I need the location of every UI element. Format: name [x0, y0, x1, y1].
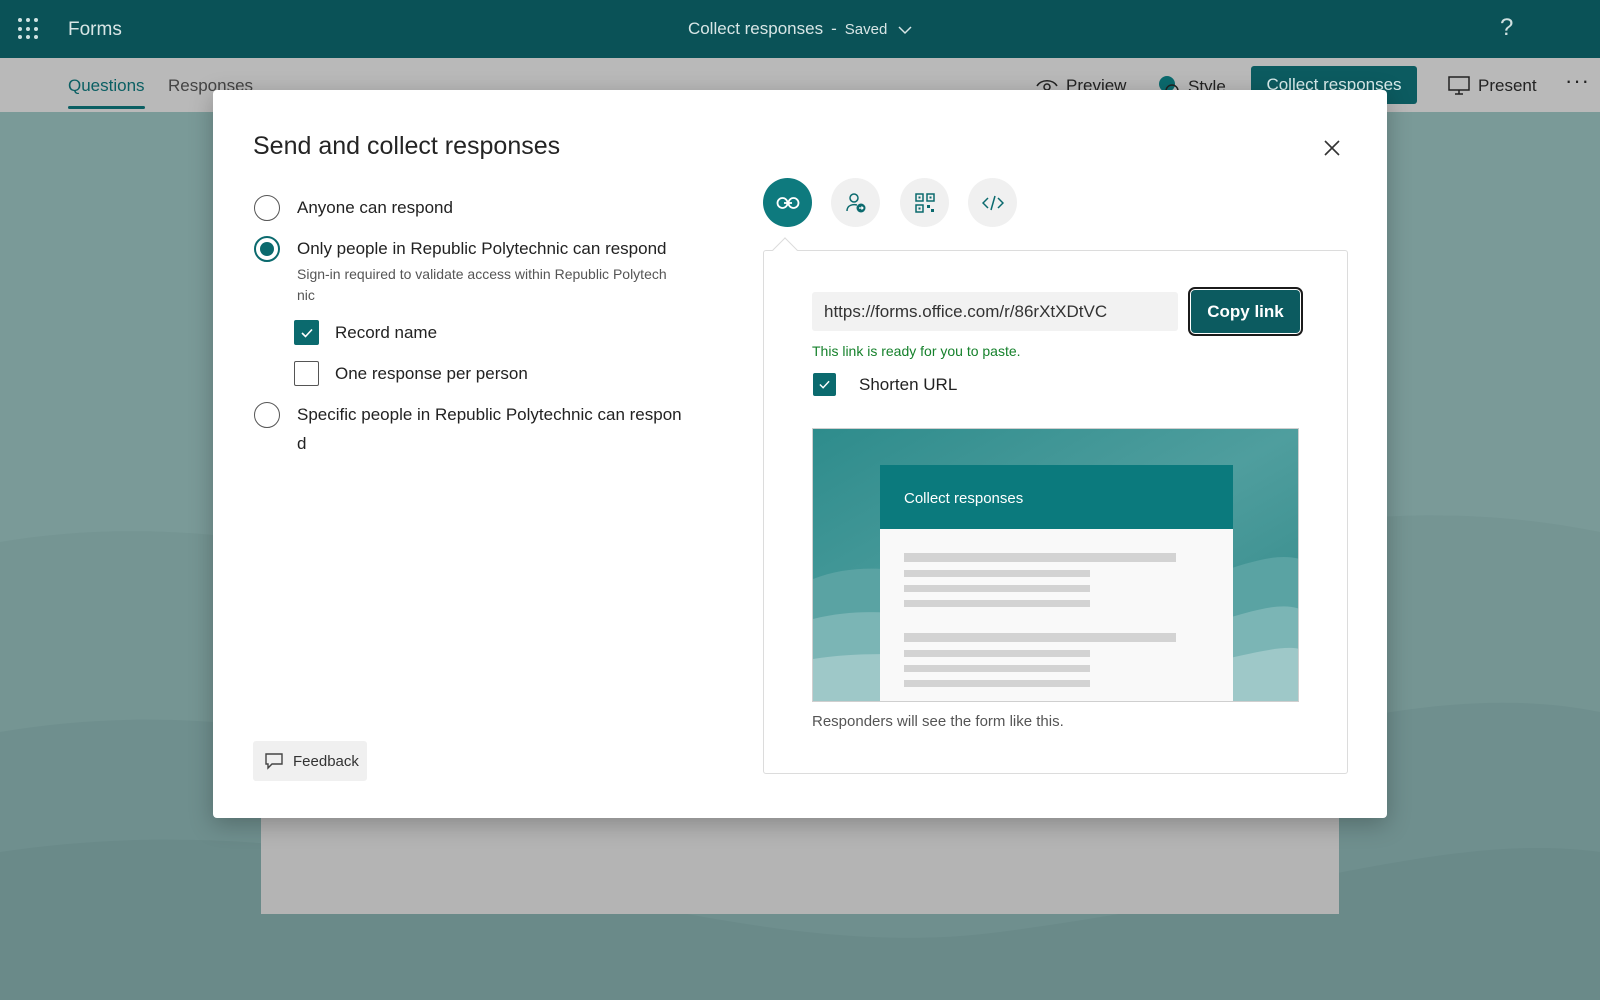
shorten-url-label: Shorten URL: [859, 374, 958, 394]
share-embed-button[interactable]: [968, 178, 1017, 227]
share-url-field[interactable]: https://forms.office.com/r/86rXtXDtVC: [812, 292, 1178, 331]
preview-line: [904, 570, 1090, 577]
form-preview-image: Collect responses: [812, 428, 1299, 702]
feedback-button[interactable]: Feedback: [253, 741, 367, 781]
one-response-label: One response per person: [335, 363, 528, 383]
shorten-url-row[interactable]: Shorten URL: [813, 373, 957, 396]
option-anyone-label: Anyone can respond: [297, 198, 453, 217]
comment-icon: [265, 753, 283, 770]
preview-line: [904, 585, 1090, 592]
preview-line: [904, 600, 1090, 607]
feedback-label: Feedback: [293, 752, 359, 770]
checkmark-icon: [300, 328, 313, 338]
preview-line: [904, 553, 1176, 562]
qr-code-icon: [914, 192, 935, 213]
option-anyone[interactable]: Anyone can respond: [254, 195, 453, 221]
send-dialog: Send and collect responses Anyone can re…: [213, 90, 1387, 818]
preview-form-card: Collect responses: [880, 465, 1233, 701]
more-options-icon[interactable]: ···: [1565, 68, 1590, 94]
checkmark-icon: [819, 380, 830, 389]
document-title-area[interactable]: Collect responses - Saved: [0, 19, 1600, 39]
preview-form-title: Collect responses: [880, 465, 1233, 529]
link-ready-message: This link is ready for you to paste.: [812, 343, 1021, 359]
top-bar: Forms Collect responses - Saved ?: [0, 0, 1600, 58]
invite-people-icon: [845, 192, 865, 212]
preview-line: [904, 633, 1176, 642]
preview-line: [904, 665, 1090, 672]
record-name-row[interactable]: Record name: [294, 320, 437, 345]
option-specific-people[interactable]: Specific people in Republic Polytechnic …: [254, 402, 689, 458]
radio-anyone[interactable]: [254, 195, 280, 221]
one-response-row[interactable]: One response per person: [294, 361, 528, 386]
record-name-checkbox[interactable]: [294, 320, 319, 345]
help-icon[interactable]: ?: [1500, 14, 1513, 42]
record-name-label: Record name: [335, 322, 438, 342]
close-icon[interactable]: [1320, 136, 1344, 160]
share-qr-button[interactable]: [900, 178, 949, 227]
shorten-url-checkbox[interactable]: [813, 373, 836, 396]
tab-questions[interactable]: Questions: [68, 76, 145, 109]
option-organization-label: Only people in Republic Polytechnic can …: [297, 239, 667, 258]
present-button[interactable]: Present: [1448, 76, 1537, 96]
copy-link-button[interactable]: Copy link: [1188, 287, 1303, 336]
option-specific-people-label: Specific people in Republic Polytechnic …: [297, 405, 682, 453]
title-separator: -: [831, 19, 837, 38]
dialog-title: Send and collect responses: [253, 132, 561, 160]
monitor-icon: [1448, 76, 1470, 95]
option-organization[interactable]: Only people in Republic Polytechnic can …: [254, 236, 687, 306]
preview-caption: Responders will see the form like this.: [812, 713, 1064, 730]
preview-line: [904, 680, 1090, 687]
preview-line: [904, 650, 1090, 657]
one-response-checkbox[interactable]: [294, 361, 319, 386]
radio-specific-people[interactable]: [254, 402, 280, 428]
chevron-down-icon[interactable]: [898, 25, 912, 35]
document-title: Collect responses: [687, 19, 824, 38]
save-status: Saved: [844, 21, 888, 38]
present-label: Present: [1478, 76, 1537, 95]
option-organization-sublabel: Sign-in required to validate access with…: [297, 266, 667, 303]
radio-organization[interactable]: [254, 236, 280, 262]
share-invite-button[interactable]: [831, 178, 880, 227]
share-link-button[interactable]: [763, 178, 812, 227]
link-icon: [776, 196, 799, 209]
embed-code-icon: [981, 195, 1004, 210]
